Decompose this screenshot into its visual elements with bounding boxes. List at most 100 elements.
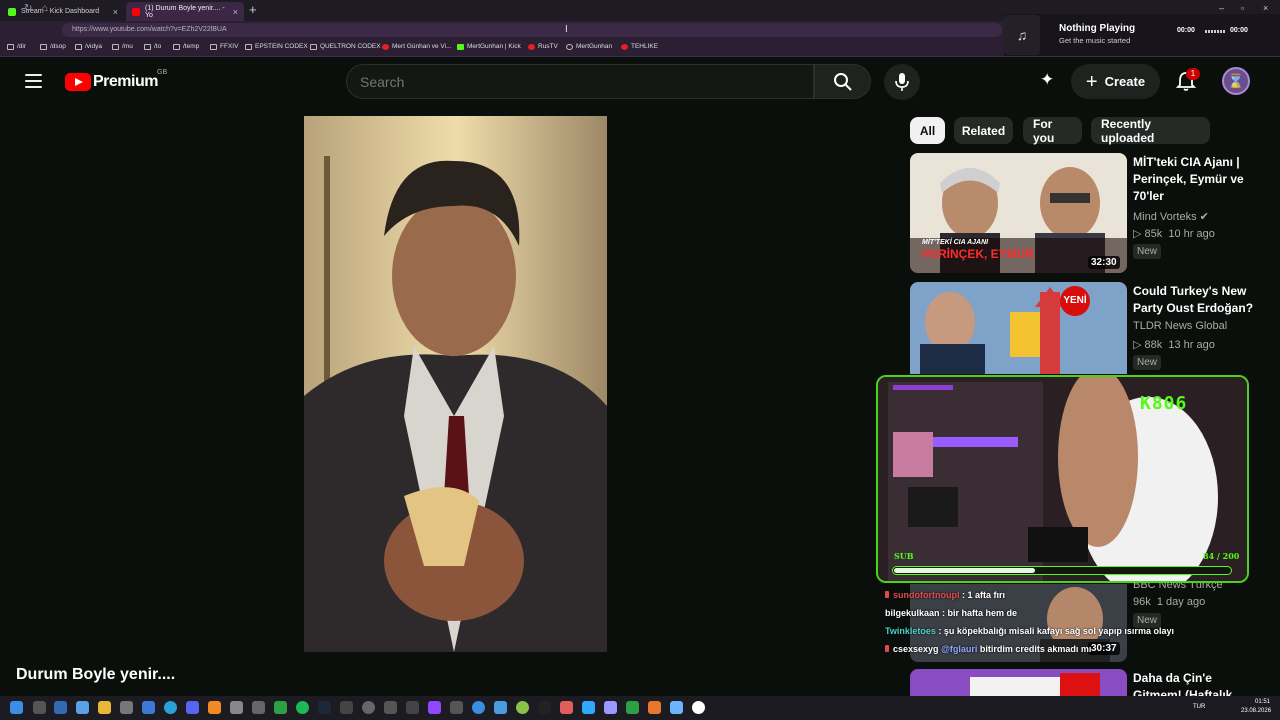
youtube-icon <box>382 43 389 50</box>
bookmark-item[interactable]: /to <box>144 43 161 50</box>
related-thumbnail[interactable]: YENİ <box>910 282 1127 374</box>
bookmark-item[interactable]: Mert Günhan ve Vi... <box>382 43 452 50</box>
app-icon[interactable] <box>494 701 507 714</box>
app-icon[interactable] <box>538 701 551 714</box>
channel-name[interactable]: TLDR News Global <box>1133 320 1227 332</box>
bookmark-item[interactable]: /dsop <box>40 43 66 50</box>
create-button[interactable]: + Create <box>1071 64 1160 99</box>
bookmark-item[interactable]: QUELTRON CODEX <box>310 43 381 50</box>
close-tab-icon[interactable]: × <box>233 7 238 17</box>
voice-search-button[interactable] <box>884 64 920 100</box>
close-tab-icon[interactable]: × <box>113 7 118 17</box>
app-icon[interactable] <box>626 701 639 714</box>
browser-tab-kick[interactable]: Stream - Kick Dashboard × <box>2 2 124 21</box>
app-icon[interactable] <box>450 701 463 714</box>
app-icon[interactable] <box>120 701 133 714</box>
minimize-icon[interactable]: – <box>1219 3 1224 13</box>
search-taskbar-icon[interactable] <box>33 701 46 714</box>
chip-related[interactable]: Related <box>954 117 1013 144</box>
bookmark-item[interactable]: EPSTEIN CODEX <box>245 43 308 50</box>
browser-icon[interactable] <box>164 701 177 714</box>
task-view-icon[interactable] <box>54 701 67 714</box>
music-note-icon[interactable]: ♫ <box>1004 15 1040 55</box>
chip-recently-uploaded[interactable]: Recently uploaded <box>1091 117 1210 145</box>
chat-user: csexsexyg <box>893 644 939 654</box>
reload-icon[interactable]: ↻ <box>24 3 32 14</box>
home-icon[interactable]: ⌂ <box>42 3 48 14</box>
music-time-total: 00:00 <box>1230 27 1248 34</box>
related-thumbnail[interactable] <box>910 669 1127 696</box>
folder-icon <box>245 43 252 50</box>
github-icon[interactable] <box>692 701 705 714</box>
steam-icon[interactable] <box>318 701 331 714</box>
app-icon[interactable] <box>230 701 243 714</box>
related-thumbnail[interactable]: MİT'TEKİ CIA AJANI PERİNÇEK, EYMÜR 32:30 <box>910 153 1127 273</box>
bookmark-item[interactable]: /vidya <box>75 43 102 50</box>
bookmark-item[interactable]: MertGunhan <box>566 43 612 50</box>
bookmark-item[interactable]: MertGunhan | Kick <box>457 43 521 50</box>
bookmark-item[interactable]: /temp <box>173 43 199 50</box>
app-icon[interactable] <box>362 701 375 714</box>
bookmark-item[interactable]: RusTV <box>528 43 558 50</box>
chip-for-you[interactable]: For you <box>1023 117 1082 145</box>
bookmark-label: /mu <box>122 43 133 50</box>
app-icon[interactable] <box>340 701 353 714</box>
app-icon[interactable] <box>208 701 221 714</box>
related-title[interactable]: MİT'teki CIA Ajanı | Perinçek, Eymür ve … <box>1133 154 1263 205</box>
related-title[interactable]: Daha da Çin'e Gitmem! (Haftalık Vlog) <box>1133 670 1263 696</box>
app-icon[interactable] <box>648 701 661 714</box>
sparkle-icon[interactable]: ✦ <box>1040 70 1054 90</box>
github-icon <box>566 43 573 50</box>
clock-date[interactable]: 23.08.2026 <box>1241 708 1271 714</box>
restore-icon[interactable]: ▫ <box>1241 3 1244 13</box>
video-meta: ▷ 85k 10 hr ago <box>1133 228 1215 240</box>
music-progress-bar[interactable] <box>1205 30 1225 33</box>
thumbnail-caption: PERİNÇEK, EYMÜR <box>922 247 1035 261</box>
language-indicator[interactable]: TUR <box>1193 704 1205 710</box>
back-icon[interactable]: ← <box>6 3 16 14</box>
chat-user: sundofortnoupl <box>893 590 960 600</box>
search-button[interactable] <box>814 64 871 99</box>
bookmark-item[interactable]: /dir <box>7 43 26 50</box>
new-tab-button[interactable]: + <box>249 2 257 17</box>
app-icon[interactable] <box>406 701 419 714</box>
bookmark-item[interactable]: /mu <box>112 43 133 50</box>
app-icon[interactable] <box>252 701 265 714</box>
youtube-logo-icon[interactable] <box>65 73 91 91</box>
account-avatar[interactable]: ⌛ <box>1222 67 1250 95</box>
bookmark-label: RusTV <box>538 43 558 50</box>
app-icon[interactable] <box>516 701 529 714</box>
bookmark-item[interactable]: FFXIV <box>210 43 238 50</box>
twitch-icon[interactable] <box>428 701 441 714</box>
channel-name[interactable]: Mind Vorteks ✔ <box>1133 210 1209 223</box>
search-input[interactable] <box>360 74 800 90</box>
bookmark-item[interactable]: TEHLIKE <box>621 43 658 50</box>
hamburger-menu-icon[interactable] <box>25 74 42 88</box>
premiere-icon[interactable] <box>604 701 617 714</box>
related-title[interactable]: Could Turkey's New Party Oust Erdoğan? <box>1133 283 1263 317</box>
url-text[interactable]: https://www.youtube.com/watch?v=EZh2V22l… <box>72 26 227 33</box>
age-label: 1 day ago <box>1156 596 1206 608</box>
webcam-feed <box>878 377 1247 581</box>
clock-time[interactable]: 01:51 <box>1255 699 1270 705</box>
app-icon[interactable] <box>142 701 155 714</box>
app-icon[interactable] <box>384 701 397 714</box>
app-icon[interactable] <box>472 701 485 714</box>
chip-all[interactable]: All <box>910 117 945 144</box>
music-subtitle: Get the music started <box>1059 36 1131 45</box>
file-explorer-icon[interactable] <box>98 701 111 714</box>
xbox-icon[interactable] <box>274 701 287 714</box>
close-window-icon[interactable]: × <box>1263 3 1268 13</box>
video-player[interactable] <box>304 116 607 652</box>
app-icon[interactable] <box>670 701 683 714</box>
folder-icon <box>40 43 47 50</box>
youtube-brand[interactable]: Premium <box>93 73 158 91</box>
widgets-icon[interactable] <box>76 701 89 714</box>
photoshop-icon[interactable] <box>582 701 595 714</box>
discord-icon[interactable] <box>186 701 199 714</box>
spotify-icon[interactable] <box>296 701 309 714</box>
browser-tab-youtube[interactable]: (1) Durum Boyle yenir.... - Yo × <box>126 2 244 21</box>
start-icon[interactable] <box>10 701 23 714</box>
folder-icon <box>112 43 119 50</box>
app-icon[interactable] <box>560 701 573 714</box>
